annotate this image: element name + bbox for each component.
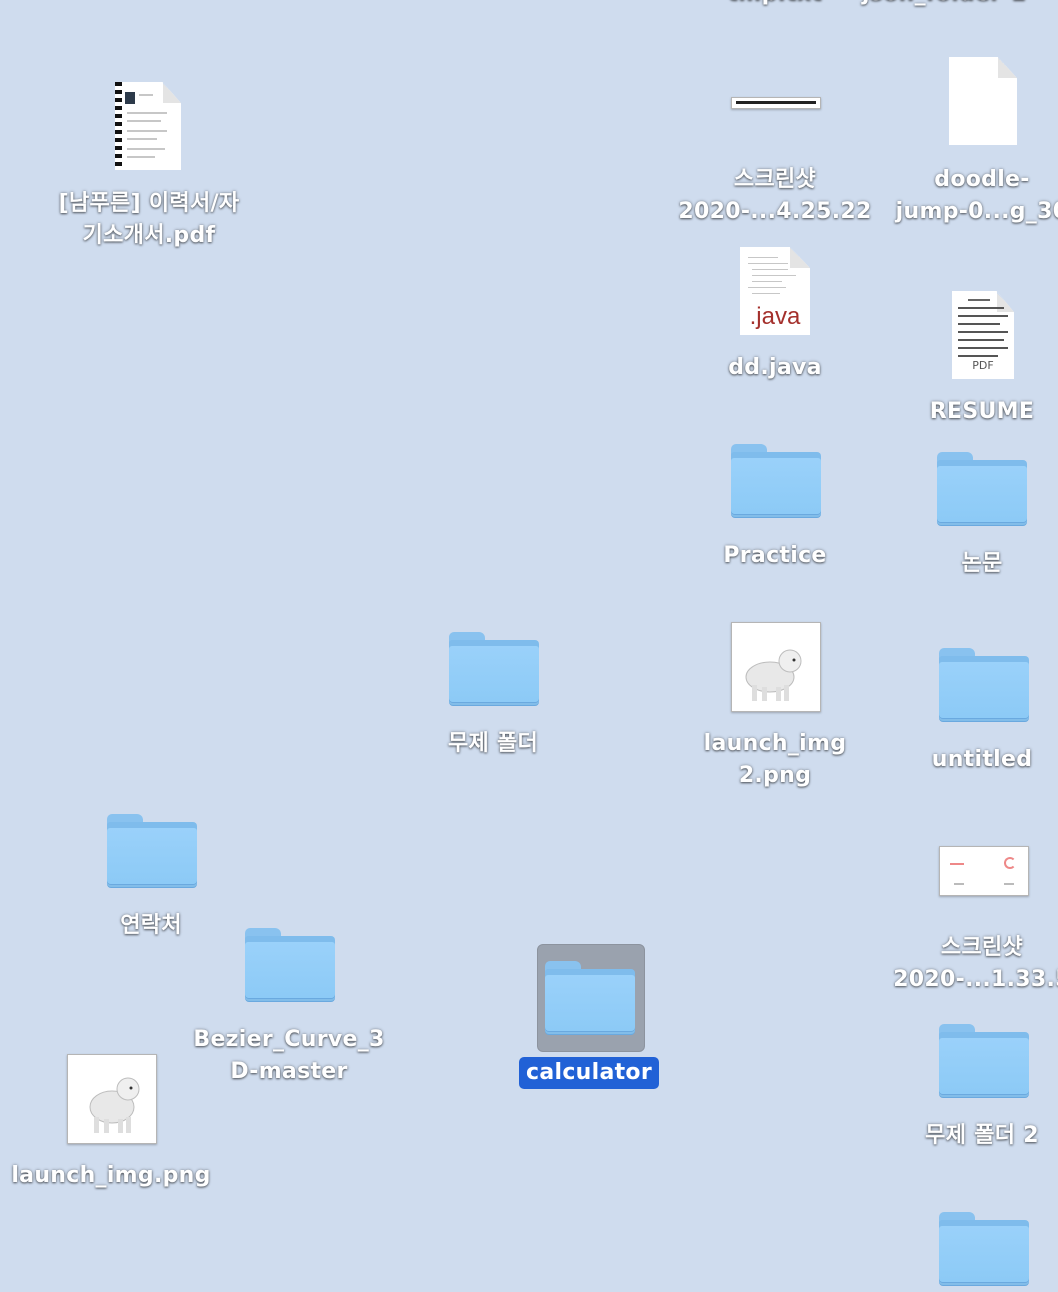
resume-label[interactable]: RESUME xyxy=(862,396,1058,428)
screenshot-image-icon[interactable] xyxy=(731,97,821,109)
launch-img-label[interactable]: launch_img.png xyxy=(0,1160,231,1192)
doodle-jump-label[interactable]: doodle- jump-0...g_30 xyxy=(862,164,1058,228)
image-content xyxy=(1004,857,1016,869)
folder-icon[interactable] xyxy=(731,444,821,516)
code-line xyxy=(748,287,786,288)
page-fold xyxy=(790,247,810,269)
contacts-folder-label[interactable]: 연락처 xyxy=(31,910,271,942)
page-fold xyxy=(162,82,181,104)
pdf-badge: PDF xyxy=(972,359,994,372)
text-line xyxy=(127,156,155,158)
text-line xyxy=(127,148,165,150)
screenshot-2-label[interactable]: 스크린샷 2020-...1.33.5 xyxy=(862,932,1058,996)
pdf-document-icon xyxy=(115,82,181,170)
text-line xyxy=(958,355,998,357)
code-line xyxy=(752,281,782,282)
text-line xyxy=(958,307,1004,309)
folder-icon[interactable] xyxy=(449,632,539,704)
code-line xyxy=(752,293,780,294)
image-content xyxy=(950,863,964,865)
folder-front xyxy=(107,828,197,884)
blank-document-icon[interactable] xyxy=(949,57,1017,145)
untitled-label[interactable]: untitled xyxy=(862,744,1058,776)
text-line xyxy=(968,299,990,301)
dd-java-label[interactable]: dd.java xyxy=(655,352,895,384)
folder-icon[interactable] xyxy=(939,1212,1029,1284)
calculator-folder-label[interactable]: calculator xyxy=(469,1057,709,1089)
folder-icon[interactable] xyxy=(245,928,335,1000)
text-line xyxy=(958,339,1004,341)
file-label-tmp-txt[interactable]: tmp.txt xyxy=(655,0,895,10)
folder-icon[interactable] xyxy=(939,648,1029,720)
text-line xyxy=(127,112,167,114)
image-content xyxy=(1004,883,1014,885)
bezier-folder-label[interactable]: Bezier_Curve_3 D-master xyxy=(169,1024,409,1088)
folder-icon[interactable] xyxy=(937,452,1027,524)
screenshot-1-label[interactable]: 스크린샷 2020-...4.25.22 xyxy=(655,164,895,228)
dog-image xyxy=(89,1077,140,1133)
untitled-folder-2-label[interactable]: 무제 폴더 2 xyxy=(862,1120,1058,1152)
image-content xyxy=(954,883,964,885)
folder-front xyxy=(545,975,635,1031)
pdf-document-icon[interactable]: PDF xyxy=(952,291,1014,379)
text-line xyxy=(127,130,167,132)
resume-korean-pdf-label[interactable]: [남푸른] 이력서/자 기소개서.pdf xyxy=(29,188,269,252)
text-line xyxy=(958,315,1008,317)
screenshot-image-icon[interactable] xyxy=(939,846,1029,896)
code-line xyxy=(752,275,796,276)
file-label-json-folder[interactable]: json_folder-1 xyxy=(862,0,1058,10)
folder-front xyxy=(939,1038,1029,1094)
photo-icon xyxy=(125,92,135,104)
image-content xyxy=(736,101,816,104)
code-line xyxy=(748,263,788,264)
folder-front xyxy=(449,646,539,702)
code-line xyxy=(748,257,778,258)
folder-front xyxy=(245,942,335,998)
binding-strip xyxy=(115,82,122,170)
java-badge: .java xyxy=(749,303,801,330)
text-line xyxy=(127,120,161,122)
code-line xyxy=(752,269,788,270)
thesis-folder-label[interactable]: 논문 xyxy=(862,548,1058,580)
untitled-folder-label[interactable]: 무제 폴더 xyxy=(373,728,613,760)
text-line xyxy=(958,323,1000,325)
folder-icon[interactable] xyxy=(545,961,635,1033)
folder-front xyxy=(731,458,821,514)
text-line xyxy=(958,331,1008,333)
image-thumbnail-icon[interactable] xyxy=(731,622,821,712)
folder-front xyxy=(939,1226,1029,1282)
text-line xyxy=(958,347,1008,349)
image-thumbnail-icon[interactable] xyxy=(67,1054,157,1144)
folder-icon[interactable] xyxy=(939,1024,1029,1096)
practice-folder-label[interactable]: Practice xyxy=(655,540,895,572)
java-file-icon[interactable]: .java xyxy=(740,247,810,335)
folder-icon[interactable] xyxy=(107,814,197,886)
launch-img2-label[interactable]: launch_img 2.png xyxy=(655,728,895,792)
page-fold xyxy=(997,57,1017,79)
text-line xyxy=(139,94,153,96)
folder-front xyxy=(937,466,1027,522)
folder-front xyxy=(939,662,1029,718)
text-line xyxy=(127,138,157,140)
dog-image xyxy=(745,649,802,701)
